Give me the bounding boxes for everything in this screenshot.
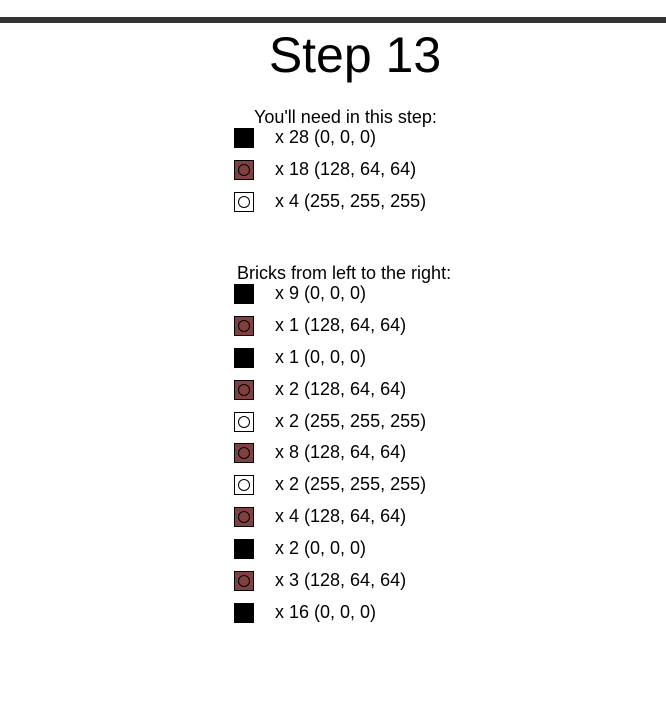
- brick-color-swatch: [234, 602, 254, 623]
- brick-color-swatch: [234, 507, 254, 528]
- brick-count-label: x 18 (128, 64, 64): [275, 158, 417, 179]
- brick-stud-icon: [238, 479, 250, 492]
- brick-stud-icon: [238, 447, 250, 460]
- brick-stud-icon: [238, 163, 250, 176]
- brick-color-swatch: [234, 475, 254, 496]
- brick-color-swatch: [234, 284, 254, 304]
- brick-color-swatch: [234, 571, 254, 592]
- brick-stud-icon: [238, 511, 250, 524]
- brick-count-label: x 2 (128, 64, 64): [275, 378, 407, 399]
- needed-heading: You'll need in this step:: [254, 107, 437, 127]
- brick-count-label: x 16 (0, 0, 0): [275, 601, 377, 622]
- brick-stud-icon: [238, 575, 250, 588]
- brick-count-label: x 2 (0, 0, 0): [275, 538, 367, 559]
- brick-count-label: x 4 (128, 64, 64): [275, 506, 407, 527]
- brick-count-label: x 1 (0, 0, 0): [275, 346, 367, 367]
- brick-stud-icon: [238, 383, 250, 396]
- brick-color-swatch: [234, 347, 254, 368]
- top-divider-bar: [0, 17, 666, 23]
- brick-count-label: x 28 (0, 0, 0): [275, 127, 377, 147]
- bricks-heading: Bricks from left to the right:: [237, 263, 452, 283]
- brick-count-label: x 3 (128, 64, 64): [275, 570, 407, 591]
- brick-color-swatch: [234, 191, 254, 212]
- brick-color-swatch: [234, 539, 254, 560]
- brick-count-label: x 8 (128, 64, 64): [275, 442, 407, 463]
- brick-color-swatch: [234, 128, 254, 148]
- brick-stud-icon: [238, 415, 250, 428]
- brick-stud-icon: [238, 319, 250, 332]
- brick-color-swatch: [234, 159, 254, 180]
- brick-count-label: x 9 (0, 0, 0): [275, 283, 367, 303]
- page-title: Step 13: [268, 27, 442, 83]
- brick-count-label: x 4 (255, 255, 255): [275, 190, 427, 211]
- brick-color-swatch: [234, 411, 254, 432]
- brick-count-label: x 1 (128, 64, 64): [275, 314, 407, 335]
- brick-color-swatch: [234, 379, 254, 400]
- brick-stud-icon: [238, 195, 250, 208]
- brick-color-swatch: [234, 443, 254, 464]
- brick-count-label: x 2 (255, 255, 255): [275, 410, 427, 431]
- brick-count-label: x 2 (255, 255, 255): [275, 474, 427, 495]
- brick-color-swatch: [234, 315, 254, 336]
